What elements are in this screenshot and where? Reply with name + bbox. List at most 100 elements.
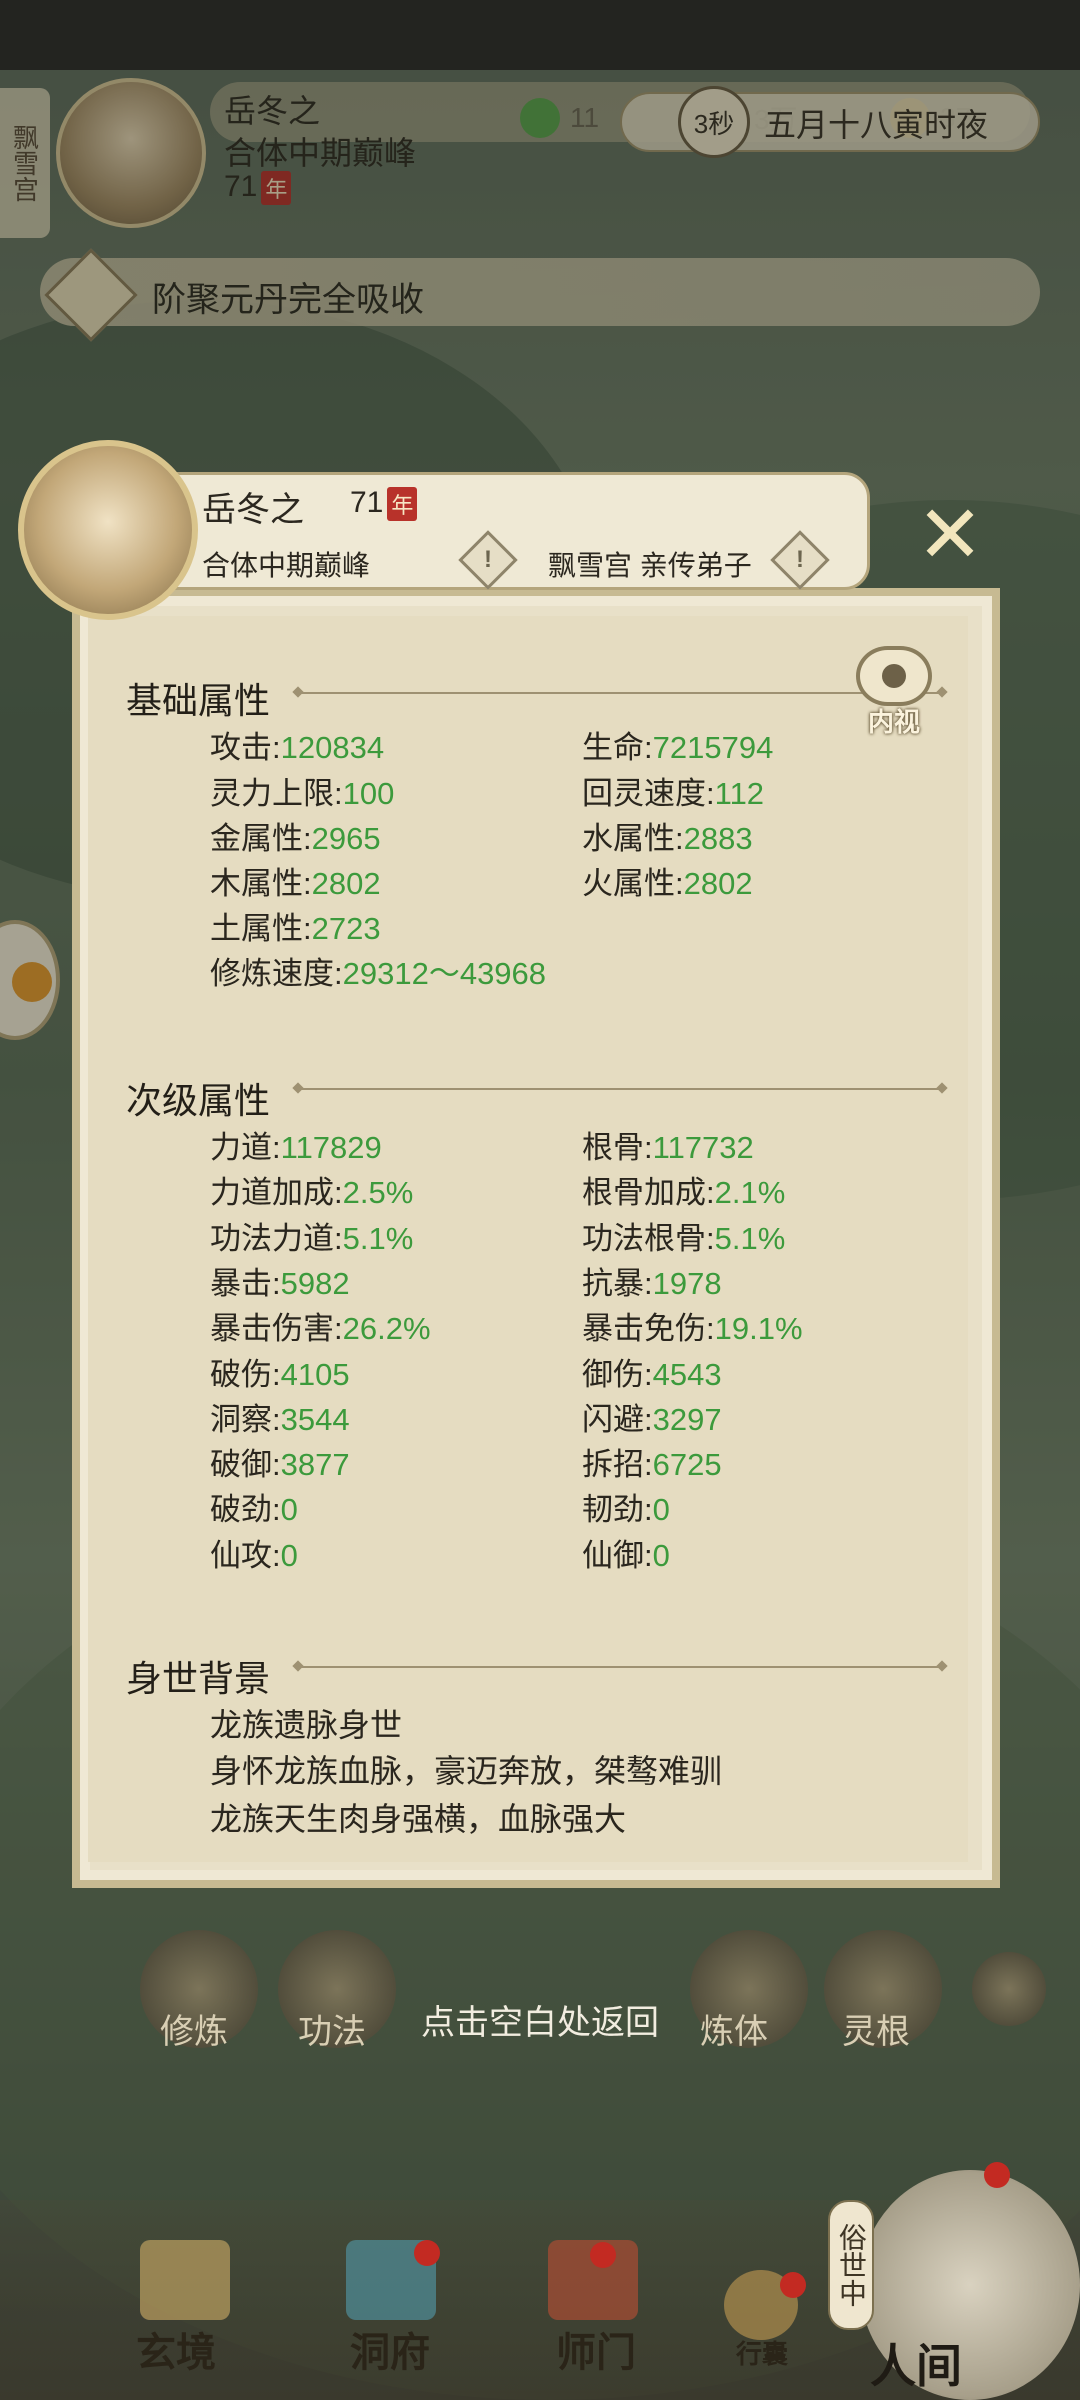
attr-label: 根骨 <box>582 1130 644 1165</box>
attr-value: 6725 <box>652 1447 722 1483</box>
inner-view-button[interactable]: 内视 <box>846 646 942 742</box>
attr-label: 功法根骨 <box>582 1220 706 1256</box>
attr-value: 2.1% <box>714 1175 786 1211</box>
attr-label: 火属性 <box>582 866 675 901</box>
attr-label: 灵力上限 <box>210 776 334 811</box>
attr-label: 闪避 <box>582 1401 644 1437</box>
attr-label: 根骨加成 <box>582 1175 706 1211</box>
attr-row: 御伤:4543 <box>582 1356 722 1392</box>
attr-label: 暴击 <box>210 1265 272 1301</box>
attr-value: 4543 <box>652 1356 722 1392</box>
attr-value: 7215794 <box>652 730 774 765</box>
attr-row: 功法力道:5.1% <box>210 1220 414 1256</box>
attr-value: 1978 <box>652 1265 722 1301</box>
attr-label: 回灵速度 <box>582 776 706 811</box>
attr-label: 暴击免伤 <box>582 1311 706 1347</box>
attr-row: 暴击免伤:19.1% <box>582 1311 803 1347</box>
nav-cave[interactable]: 洞府 <box>350 2320 430 2378</box>
attr-row: 暴击:5982 <box>210 1265 350 1301</box>
nav-bag[interactable]: 行囊 <box>736 2334 788 2371</box>
attr-value: 4105 <box>280 1356 350 1392</box>
attr-label: 木属性 <box>210 866 303 901</box>
profile-age: 71 年 <box>350 486 418 522</box>
notification-dot <box>590 2242 616 2268</box>
background-title: 身世背景 <box>126 1658 271 1699</box>
attr-value: 5.1% <box>714 1220 786 1256</box>
notification-dot <box>984 2162 1010 2188</box>
attr-row: 洞察:3544 <box>210 1401 350 1437</box>
attr-label: 攻击 <box>210 730 272 765</box>
world-label: 人间 <box>870 2340 962 2392</box>
attr-label: 破伤 <box>210 1356 272 1392</box>
attr-row: 韧劲:0 <box>582 1492 670 1528</box>
attr-label: 御伤 <box>582 1356 644 1392</box>
attr-row: 生命:7215794 <box>582 730 774 765</box>
nav-sect[interactable]: 师门 <box>556 2320 636 2378</box>
attr-value: 0 <box>280 1537 298 1573</box>
attr-value: 100 <box>342 776 395 811</box>
attr-value: 3544 <box>280 1401 350 1437</box>
attr-label: 功法力道 <box>210 1220 334 1256</box>
attr-row: 力道:117829 <box>210 1130 382 1165</box>
attr-value: 3877 <box>280 1447 350 1483</box>
attr-row: 拆招:6725 <box>582 1447 722 1483</box>
attr-row: 根骨:117732 <box>582 1130 754 1165</box>
attr-value: 0 <box>280 1492 298 1528</box>
year-badge: 年 <box>387 487 418 522</box>
realm-nav-icon <box>140 2240 230 2320</box>
attr-row: 暴击伤害:26.2% <box>210 1311 431 1347</box>
attr-row: 抗暴:1978 <box>582 1265 722 1301</box>
attr-label: 破御 <box>210 1447 272 1483</box>
attr-row: 破伤:4105 <box>210 1356 350 1392</box>
attr-value: 5982 <box>280 1265 350 1301</box>
attr-label: 力道 <box>210 1130 272 1165</box>
close-icon[interactable]: ✕ <box>890 484 1010 584</box>
attr-label: 力道加成 <box>210 1175 334 1211</box>
attr-value: 3297 <box>652 1401 722 1437</box>
attr-label: 暴击伤害 <box>210 1311 334 1347</box>
attr-row: 破劲:0 <box>210 1492 298 1528</box>
attr-value: 19.1% <box>714 1311 803 1347</box>
attr-value: 117732 <box>652 1130 754 1165</box>
attr-value: 2965 <box>311 821 381 856</box>
attr-value: 117829 <box>280 1130 382 1165</box>
background-line: 龙族遗脉身世 <box>210 1707 403 1743</box>
attr-label: 抗暴 <box>582 1265 644 1301</box>
section-divider <box>300 692 940 694</box>
attr-label: 仙御 <box>582 1537 644 1573</box>
attr-value: 2723 <box>311 911 381 946</box>
attr-row: 修炼速度:29312～43968 <box>210 956 547 991</box>
basic-attrs-title: 基础属性 <box>126 680 271 721</box>
notification-dot <box>414 2240 440 2266</box>
attr-row: 水属性:2883 <box>582 821 753 856</box>
attr-row: 木属性:2802 <box>210 866 381 901</box>
attr-label: 韧劲 <box>582 1492 644 1528</box>
attr-value: 120834 <box>280 730 385 765</box>
attr-row: 仙攻:0 <box>210 1537 298 1573</box>
attr-value: 0 <box>652 1537 670 1573</box>
attr-value: 112 <box>714 776 765 811</box>
attr-row: 火属性:2802 <box>582 866 753 901</box>
nav-realm[interactable]: 玄境 <box>136 2320 216 2378</box>
return-hint: 点击空白处返回 <box>421 2004 659 2042</box>
attr-row: 灵力上限:100 <box>210 776 395 811</box>
attr-label: 破劲 <box>210 1492 272 1528</box>
attr-label: 洞察 <box>210 1401 272 1437</box>
inner-view-label: 内视 <box>867 707 920 737</box>
attr-value: 2.5% <box>342 1175 414 1211</box>
attr-label: 仙攻 <box>210 1537 272 1573</box>
world-status-tag: 俗世中 <box>828 2200 874 2330</box>
attr-row: 功法根骨:5.1% <box>582 1220 786 1256</box>
profile-title: 飘雪宫 亲传弟子 <box>548 550 752 581</box>
attr-row: 力道加成:2.5% <box>210 1175 414 1211</box>
attr-label: 生命 <box>582 730 644 765</box>
character-portrait <box>18 440 198 620</box>
attr-value: 0 <box>652 1492 670 1528</box>
attr-value: 29312～43968 <box>342 956 547 991</box>
profile-realm: 合体中期巅峰 <box>202 550 371 581</box>
notification-dot <box>780 2272 806 2298</box>
attr-label: 金属性 <box>210 821 303 856</box>
attr-row: 闪避:3297 <box>582 1401 722 1437</box>
attr-row: 仙御:0 <box>582 1537 670 1573</box>
attr-label: 土属性 <box>210 911 303 946</box>
